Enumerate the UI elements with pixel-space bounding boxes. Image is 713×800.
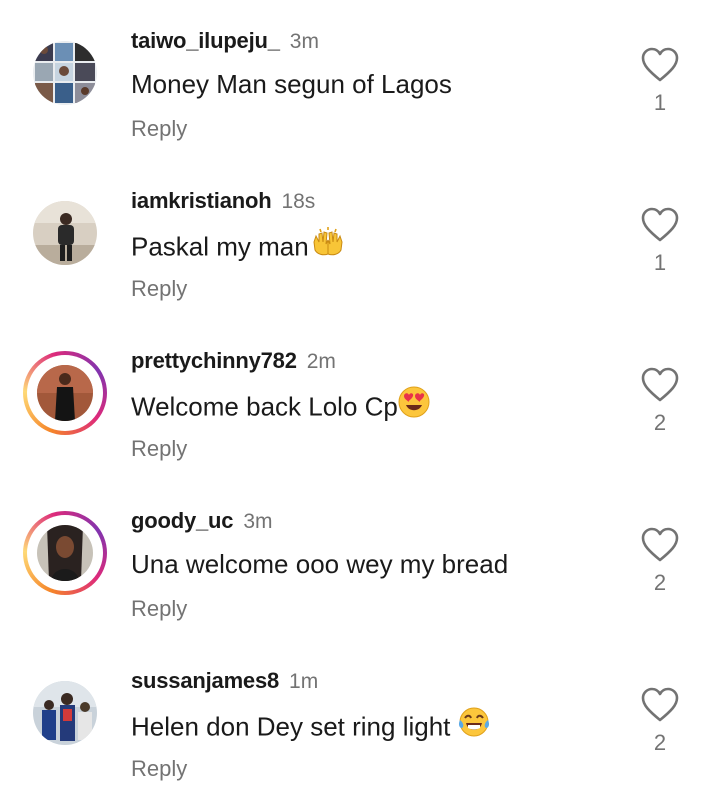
heart-icon[interactable] <box>641 687 679 723</box>
comment-text-content: Paskal my man <box>131 231 309 262</box>
reply-button[interactable]: Reply <box>131 596 187 622</box>
reply-button[interactable]: Reply <box>131 756 187 782</box>
comment-meta: sussanjames8 1m <box>131 668 318 696</box>
comment-text-content: Una welcome ooo wey my bread <box>131 549 509 579</box>
comment-item: goody_uc 3m Una welcome ooo wey my bread … <box>0 480 713 640</box>
comment-text: Money Man segun of Lagos <box>131 69 452 100</box>
comment-text-content: Welcome back Lolo Cp <box>131 391 398 422</box>
like-count: 1 <box>653 90 667 115</box>
reply-button[interactable]: Reply <box>131 276 187 302</box>
comment-meta: iamkristianoh 18s <box>131 188 315 216</box>
reply-button[interactable]: Reply <box>131 116 187 142</box>
comment-item: iamkristianoh 18s Paskal my man Reply 1 <box>0 160 713 320</box>
timestamp: 18s <box>281 190 316 213</box>
timestamp: 3m <box>243 510 273 533</box>
heart-icon[interactable] <box>641 207 679 243</box>
comment-meta: taiwo_ilupeju_ 3m <box>131 28 319 56</box>
comment-text: Welcome back Lolo Cp <box>131 386 430 428</box>
heart-eyes-emoji-icon <box>398 386 430 425</box>
like-count: 1 <box>653 250 667 275</box>
username[interactable]: sussanjames8 <box>131 668 279 693</box>
tears-of-joy-emoji-icon <box>458 706 490 745</box>
comment-text: Helen don Dey set ring light <box>131 706 490 748</box>
username[interactable]: taiwo_ilupeju_ <box>131 28 280 53</box>
timestamp: 3m <box>289 30 319 53</box>
timestamp: 2m <box>306 350 336 373</box>
comment-item: prettychinny782 2m Welcome back Lolo Cp R… <box>0 320 713 480</box>
heart-icon[interactable] <box>641 527 679 563</box>
comment-text: Paskal my man <box>131 226 345 268</box>
avatar[interactable] <box>33 201 97 265</box>
username[interactable]: prettychinny782 <box>131 348 297 373</box>
timestamp: 1m <box>289 670 319 693</box>
heart-icon[interactable] <box>641 47 679 83</box>
avatar[interactable] <box>37 365 93 421</box>
comment-text-content: Helen don Dey set ring light <box>131 711 451 742</box>
avatar[interactable] <box>37 525 93 581</box>
raising-hands-emoji-icon <box>311 226 345 265</box>
username[interactable]: goody_uc <box>131 508 234 533</box>
like-count: 2 <box>653 410 667 435</box>
avatar[interactable] <box>33 41 97 105</box>
comment-meta: prettychinny782 2m <box>131 348 336 376</box>
reply-button[interactable]: Reply <box>131 436 187 462</box>
comment-text: Una welcome ooo wey my bread <box>131 549 508 580</box>
comment-item: sussanjames8 1m Helen don Dey set ring li… <box>0 640 713 800</box>
comment-list: taiwo_ilupeju_ 3m Money Man segun of Lago… <box>0 0 713 798</box>
username[interactable]: iamkristianoh <box>131 188 272 213</box>
comment-text-content: Money Man segun of Lagos <box>131 69 452 99</box>
like-count: 2 <box>653 730 667 755</box>
like-count: 2 <box>653 570 667 595</box>
avatar[interactable] <box>33 681 97 745</box>
heart-icon[interactable] <box>641 367 679 403</box>
comment-item: taiwo_ilupeju_ 3m Money Man segun of Lago… <box>0 0 713 160</box>
comment-meta: goody_uc 3m <box>131 508 273 536</box>
